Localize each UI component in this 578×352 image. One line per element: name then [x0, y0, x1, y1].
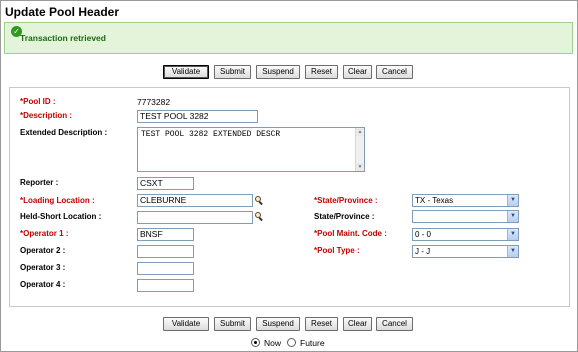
- chevron-down-icon[interactable]: ▼: [507, 229, 518, 240]
- pool-maint-code-label: *Pool Maint. Code :: [314, 229, 387, 238]
- state-province-1-value: TX - Texas: [415, 196, 454, 205]
- pool-type-value: J - J: [415, 247, 431, 256]
- pool-id-label: *Pool ID :: [20, 97, 56, 106]
- suspend-button[interactable]: Suspend: [256, 65, 300, 79]
- reporter-label: Reporter :: [20, 178, 59, 187]
- loading-location-label: *Loading Location :: [20, 196, 95, 205]
- clear-button[interactable]: Clear: [343, 65, 372, 79]
- pool-type-label: *Pool Type :: [314, 246, 360, 255]
- validate-button[interactable]: Validate: [163, 317, 209, 331]
- search-icon[interactable]: [255, 196, 264, 206]
- loading-location-input[interactable]: CLEBURNE: [137, 194, 253, 207]
- future-radio-label[interactable]: Future: [300, 338, 325, 348]
- reporter-input[interactable]: CSXT: [137, 177, 194, 190]
- cancel-button[interactable]: Cancel: [376, 65, 413, 79]
- bottom-button-row: Validate Submit Suspend Reset Clear Canc…: [0, 317, 578, 331]
- pool-id-value: 7773282: [137, 97, 171, 107]
- clear-button[interactable]: Clear: [343, 317, 372, 331]
- page-title: Update Pool Header: [5, 5, 120, 19]
- state-province-2-select[interactable]: ▼: [412, 210, 519, 223]
- extended-description-label: Extended Description :: [20, 128, 108, 137]
- reset-button[interactable]: Reset: [305, 317, 338, 331]
- pool-maint-code-select[interactable]: 0 - 0 ▼: [412, 228, 519, 241]
- search-icon[interactable]: [255, 212, 264, 222]
- future-radio[interactable]: [287, 338, 296, 347]
- status-message-text: Transaction retrieved: [20, 33, 106, 43]
- state-province-1-select[interactable]: TX - Texas ▼: [412, 194, 519, 207]
- extended-description-textarea[interactable]: TEST POOL 3282 EXTENDED DESCR ▲ ▼: [137, 127, 365, 172]
- submit-button[interactable]: Submit: [214, 65, 251, 79]
- operator-2-label: Operator 2 :: [20, 246, 66, 255]
- scroll-up-icon[interactable]: ▲: [356, 128, 364, 136]
- operator-3-input[interactable]: [137, 262, 194, 275]
- description-input[interactable]: TEST POOL 3282: [137, 110, 258, 123]
- held-short-location-input[interactable]: [137, 211, 253, 224]
- chevron-down-icon[interactable]: ▼: [507, 246, 518, 257]
- operator-2-input[interactable]: [137, 245, 194, 258]
- submit-button[interactable]: Submit: [214, 317, 251, 331]
- state-province-2-label: State/Province :: [314, 212, 375, 221]
- pool-type-select[interactable]: J - J ▼: [412, 245, 519, 258]
- validate-button[interactable]: Validate: [163, 65, 209, 79]
- pool-maint-code-value: 0 - 0: [415, 230, 432, 239]
- operator-4-input[interactable]: [137, 279, 194, 292]
- description-label: *Description :: [20, 111, 73, 120]
- state-province-1-label: *State/Province :: [314, 196, 378, 205]
- textarea-scrollbar[interactable]: ▲ ▼: [355, 128, 364, 171]
- operator-1-label: *Operator 1 :: [20, 229, 69, 238]
- operator-4-label: Operator 4 :: [20, 280, 66, 289]
- status-message-box: ✓ Transaction retrieved: [4, 22, 573, 54]
- chevron-down-icon[interactable]: ▼: [507, 211, 518, 222]
- operator-1-input[interactable]: BNSF: [137, 228, 194, 241]
- scroll-down-icon[interactable]: ▼: [356, 163, 364, 171]
- top-button-row: Validate Submit Suspend Reset Clear Canc…: [0, 65, 578, 79]
- operator-3-label: Operator 3 :: [20, 263, 66, 272]
- held-short-location-label: Held-Short Location :: [20, 212, 102, 221]
- now-radio[interactable]: [251, 338, 260, 347]
- extended-description-text: TEST POOL 3282 EXTENDED DESCR: [141, 130, 281, 139]
- reset-button[interactable]: Reset: [305, 65, 338, 79]
- suspend-button[interactable]: Suspend: [256, 317, 300, 331]
- chevron-down-icon[interactable]: ▼: [507, 195, 518, 206]
- cancel-button[interactable]: Cancel: [376, 317, 413, 331]
- now-radio-label[interactable]: Now: [264, 338, 281, 348]
